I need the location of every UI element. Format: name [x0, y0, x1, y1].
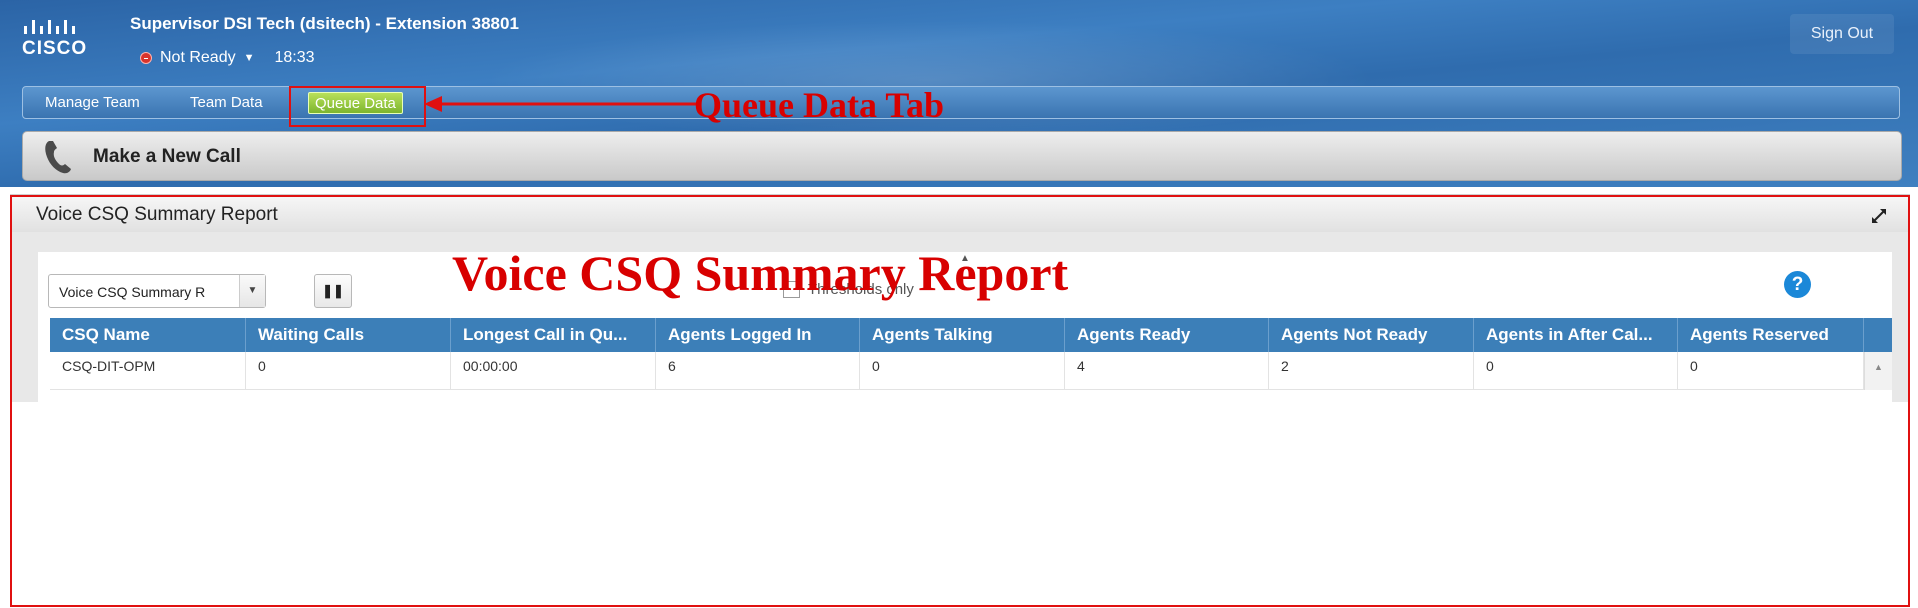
make-new-call-label: Make a New Call [93, 146, 241, 167]
sign-out-button[interactable]: Sign Out [1790, 14, 1894, 54]
tab-team-data[interactable]: Team Data [190, 94, 263, 111]
chevron-down-icon: ▼ [243, 52, 255, 64]
make-new-call-bar[interactable]: Make a New Call [22, 131, 1902, 181]
finesse-header: CISCO Supervisor DSI Tech (dsitech) - Ex… [0, 0, 1918, 187]
agent-status-label: Not Ready [160, 49, 236, 66]
annotation-tab-label: Queue Data Tab [694, 85, 945, 125]
annotation-arrow-icon [424, 96, 696, 112]
annotation-report-label: Voice CSQ Summary Report [452, 245, 1069, 301]
cisco-bars-icon [24, 20, 75, 34]
not-ready-status-icon [140, 52, 152, 64]
annotation-tab-highlight-box [289, 86, 426, 127]
phone-icon [45, 141, 71, 174]
cisco-logo: CISCO [22, 14, 118, 62]
tab-manage-team[interactable]: Manage Team [45, 94, 140, 111]
agent-status-dropdown[interactable]: Not Ready ▼ 18:33 [140, 47, 315, 69]
cisco-wordmark: CISCO [22, 38, 88, 59]
agent-title: Supervisor DSI Tech (dsitech) - Extensio… [130, 14, 519, 33]
status-timer: 18:33 [274, 49, 315, 66]
